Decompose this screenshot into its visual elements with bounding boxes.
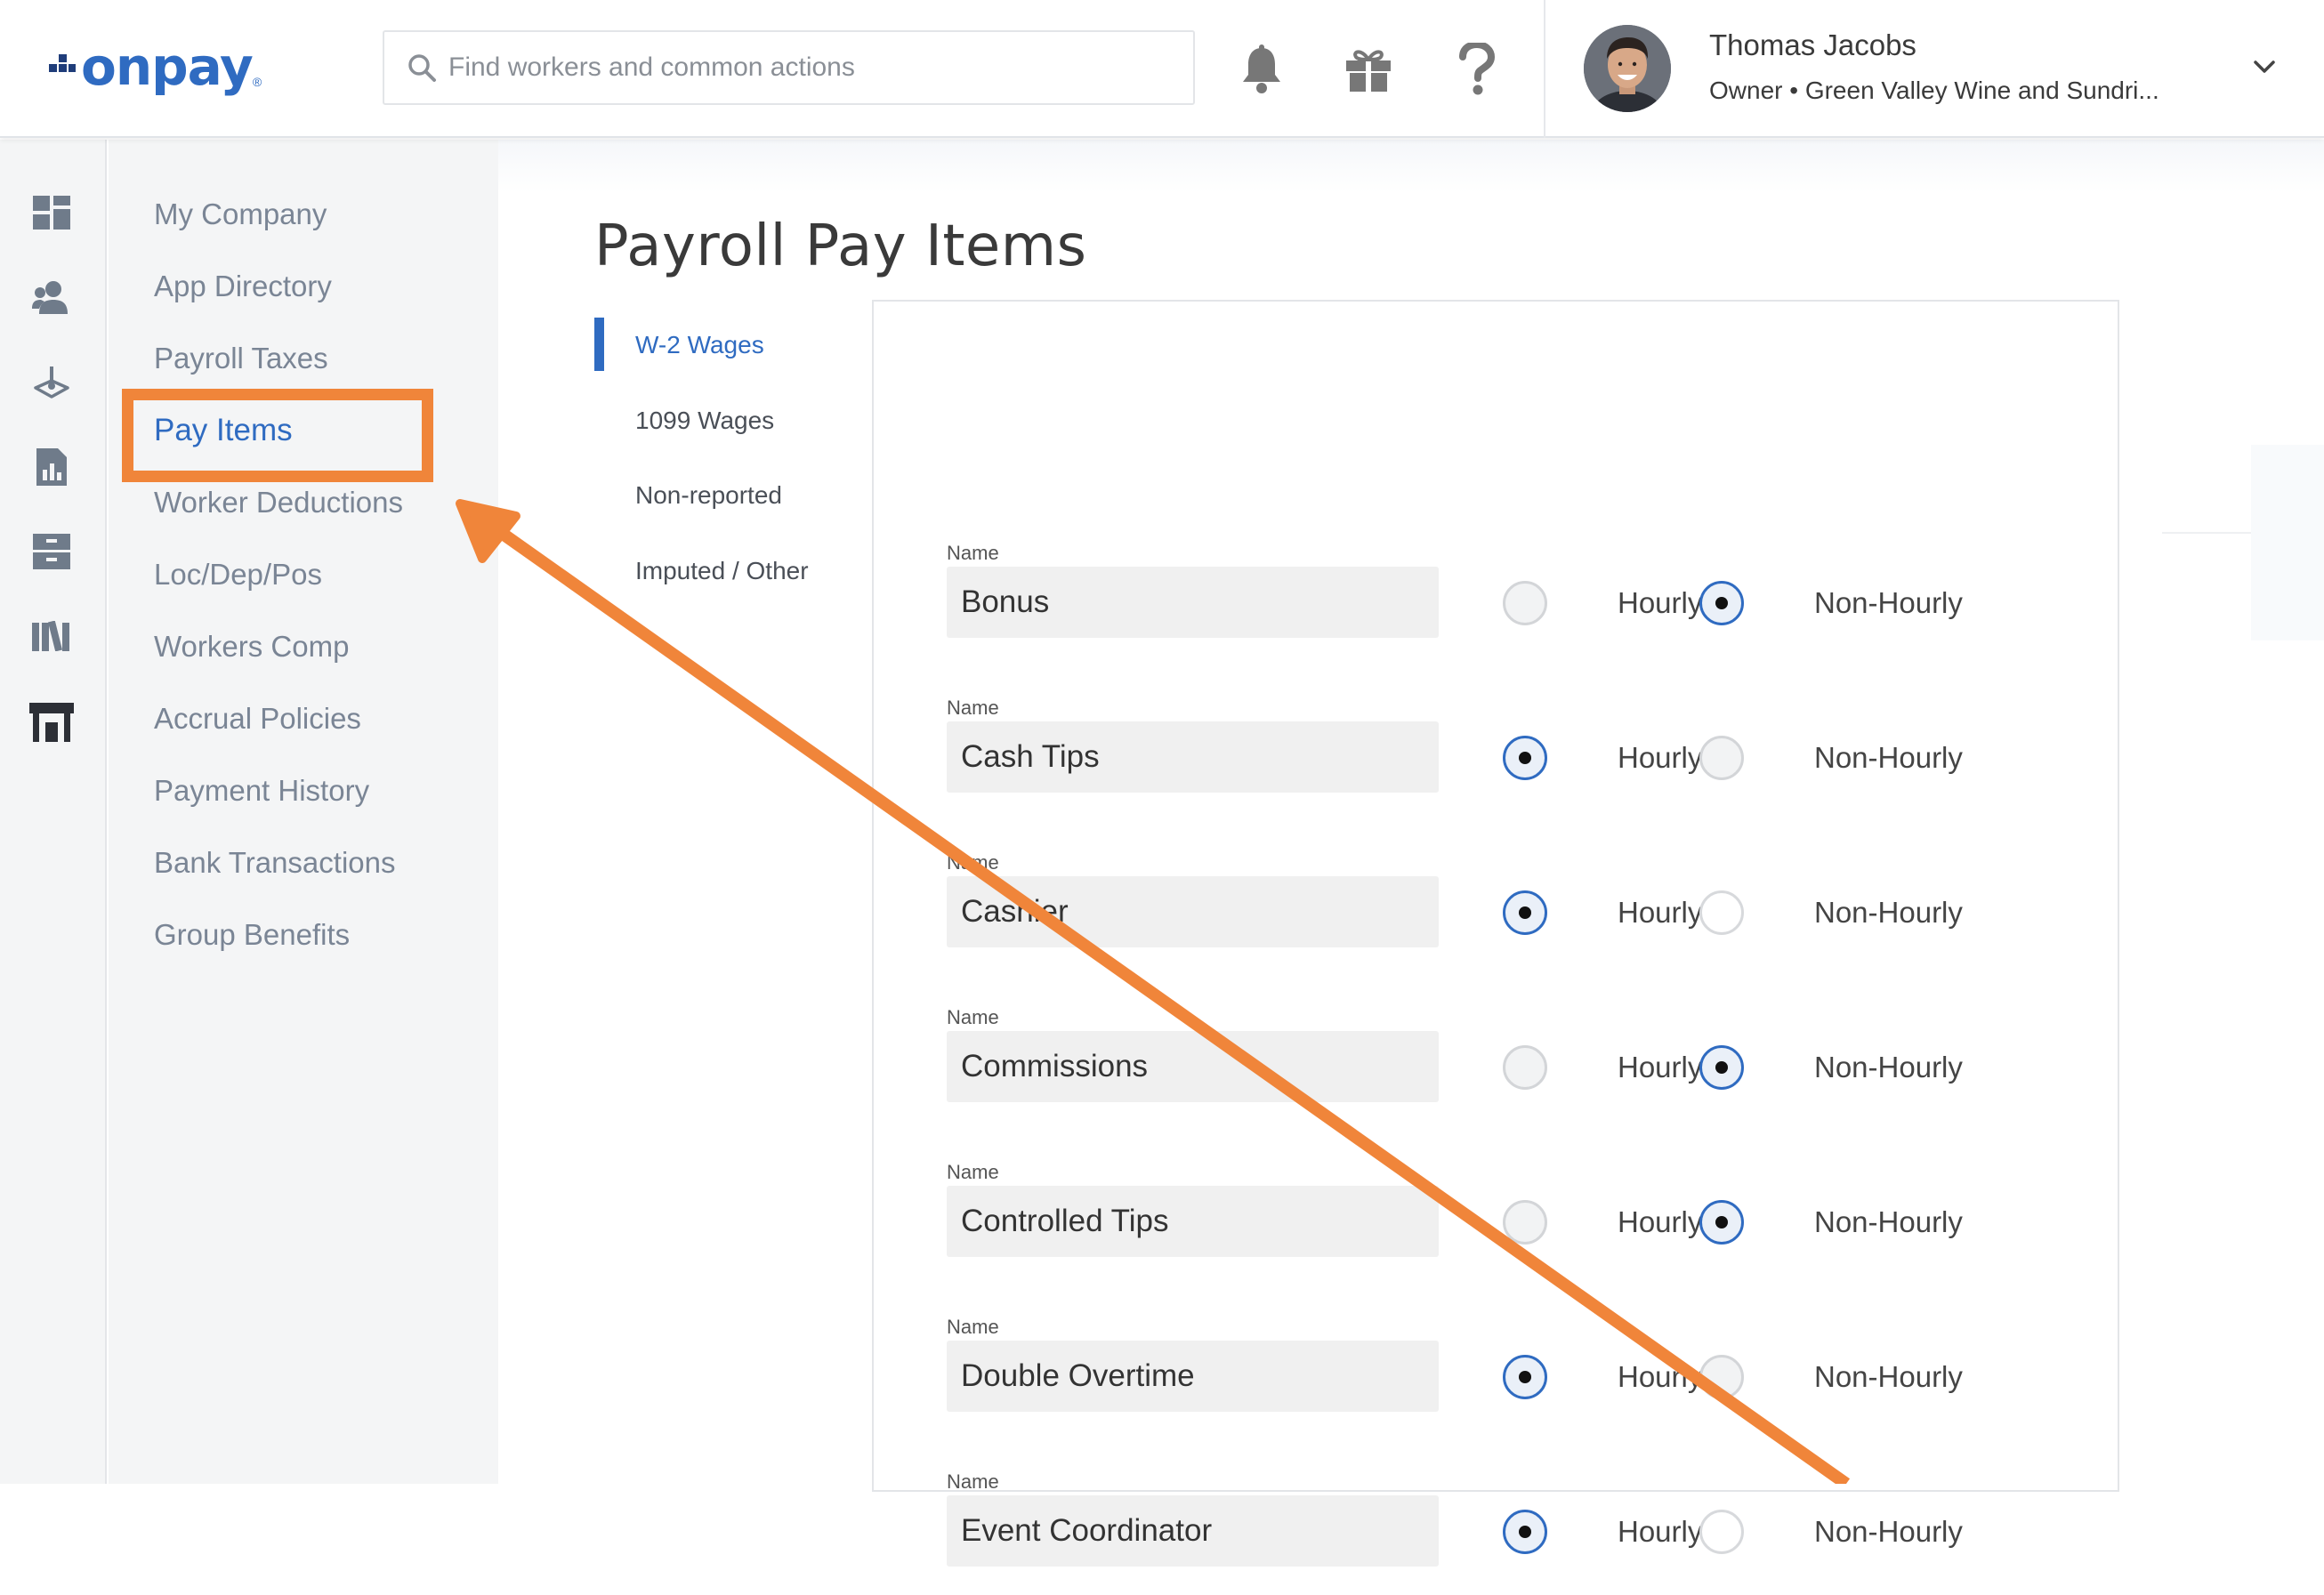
non-hourly-label: Non-Hourly	[1814, 1515, 1963, 1548]
pay-item-name-field[interactable]: Commissions	[947, 1031, 1439, 1102]
non-hourly-label: Non-Hourly	[1814, 1051, 1963, 1083]
hourly-radio[interactable]	[1503, 1510, 1547, 1554]
non-hourly-radio[interactable]	[1699, 890, 1744, 935]
pay-item-name-field[interactable]: Cashier	[947, 876, 1439, 947]
chevron-down-icon[interactable]	[2247, 49, 2282, 85]
search-input[interactable]	[448, 52, 1142, 83]
hourly-label: Hourly	[1618, 1515, 1703, 1548]
onpay-logo[interactable]: onpay ®	[49, 36, 262, 98]
icon-rail	[0, 140, 107, 1484]
non-hourly-radio[interactable]	[1699, 1200, 1744, 1245]
hourly-label: Hourly	[1618, 1360, 1703, 1393]
subnav-item-worker-deductions[interactable]: Worker Deductions	[154, 486, 403, 520]
pay-item-row: Name Event Coordinator Hourly Non-Hourly	[874, 1470, 2119, 1595]
non-hourly-radio[interactable]	[1699, 1045, 1744, 1090]
subnav-item-payroll-taxes[interactable]: Payroll Taxes	[154, 342, 328, 375]
tab-1099-wages[interactable]: 1099 Wages	[635, 407, 774, 435]
hourly-radio[interactable]	[1503, 1200, 1547, 1245]
subnav-item-app-directory[interactable]: App Directory	[154, 270, 332, 303]
store-icon[interactable]	[27, 697, 77, 747]
subnav-item-group-benefits[interactable]: Group Benefits	[154, 918, 350, 952]
pay-item-row: Name Controlled Tips Hourly Non-Hourly	[874, 1161, 2119, 1285]
pay-item-name-field[interactable]: Double Overtime	[947, 1341, 1439, 1412]
help-icon[interactable]	[1446, 36, 1508, 103]
subnav-item-loc-dep-pos[interactable]: Loc/Dep/Pos	[154, 558, 322, 592]
pay-item-name-field[interactable]: Controlled Tips	[947, 1186, 1439, 1257]
non-hourly-radio[interactable]	[1699, 1355, 1744, 1399]
library-icon[interactable]	[27, 611, 77, 661]
logo-wordmark: onpay	[81, 36, 254, 97]
subnav-item-my-company[interactable]: My Company	[154, 197, 327, 231]
name-label: Name	[947, 697, 999, 719]
pay-item-row: Name Cash Tips Hourly Non-Hourly	[874, 697, 2119, 821]
dashboard-icon[interactable]	[27, 188, 77, 238]
company-subnav: My Company App Directory Payroll Taxes P…	[109, 140, 498, 1484]
name-label: Name	[947, 542, 999, 564]
non-hourly-label: Non-Hourly	[1814, 1360, 1963, 1393]
avatar[interactable]	[1584, 25, 1671, 112]
tab-w2-wages[interactable]: W-2 Wages	[635, 331, 764, 359]
active-tab-indicator	[594, 318, 604, 371]
pay-item-name-field[interactable]: Bonus	[947, 567, 1439, 638]
hourly-label: Hourly	[1618, 1051, 1703, 1083]
gift-icon[interactable]	[1337, 36, 1400, 103]
name-label: Name	[947, 1470, 999, 1493]
top-header: onpay ® Thomas Jacobs Owner • Green Vall…	[0, 0, 2324, 138]
pay-item-row: Name Bonus Hourly Non-Hourly	[874, 542, 2119, 666]
hourly-label: Hourly	[1618, 896, 1703, 929]
main-content: Payroll Pay Items W-2 Wages 1099 Wages N…	[498, 140, 2324, 1567]
logo-mark-icon	[49, 53, 76, 80]
pay-items-highlight-box	[122, 389, 433, 482]
pay-item-row: Name Cashier Hourly Non-Hourly	[874, 851, 2119, 976]
page-title: Payroll Pay Items	[594, 213, 1087, 279]
subnav-item-payment-history[interactable]: Payment History	[154, 774, 369, 808]
name-label: Name	[947, 1316, 999, 1338]
subnav-item-accrual-policies[interactable]: Accrual Policies	[154, 702, 361, 736]
hourly-label: Hourly	[1618, 586, 1703, 619]
bell-icon[interactable]	[1231, 36, 1293, 103]
user-name: Thomas Jacobs	[1709, 28, 1916, 61]
timesheet-icon[interactable]	[27, 358, 77, 407]
search-icon	[395, 30, 448, 105]
main-top-shade	[498, 140, 2324, 193]
tab-non-reported[interactable]: Non-reported	[635, 481, 782, 510]
logo-registered: ®	[252, 75, 262, 89]
non-hourly-label: Non-Hourly	[1814, 896, 1963, 929]
search-box[interactable]	[383, 30, 1195, 105]
name-label: Name	[947, 1161, 999, 1183]
hourly-radio[interactable]	[1503, 890, 1547, 935]
name-label: Name	[947, 851, 999, 874]
non-hourly-radio[interactable]	[1699, 581, 1744, 625]
pay-item-row: Name Double Overtime Hourly Non-Hourly	[874, 1316, 2119, 1440]
reports-icon[interactable]	[27, 442, 77, 492]
faint-divider	[2162, 532, 2251, 534]
hourly-radio[interactable]	[1503, 736, 1547, 780]
non-hourly-label: Non-Hourly	[1814, 586, 1963, 619]
hourly-radio[interactable]	[1503, 581, 1547, 625]
people-icon[interactable]	[27, 273, 77, 323]
name-label: Name	[947, 1006, 999, 1028]
pay-item-name-field[interactable]: Cash Tips	[947, 721, 1439, 793]
user-role-company: Owner • Green Valley Wine and Sundri...	[1709, 77, 2159, 104]
hourly-label: Hourly	[1618, 1205, 1703, 1238]
pay-item-name-field[interactable]: Event Coordinator	[947, 1495, 1439, 1567]
non-hourly-label: Non-Hourly	[1814, 741, 1963, 774]
header-divider	[1544, 0, 1545, 138]
pay-items-panel: Name Bonus Hourly Non-Hourly Name Cash T…	[872, 300, 2119, 1567]
tab-imputed-other[interactable]: Imputed / Other	[635, 557, 809, 585]
documents-icon[interactable]	[27, 527, 77, 576]
subnav-item-workers-comp[interactable]: Workers Comp	[154, 630, 349, 664]
non-hourly-radio[interactable]	[1699, 1510, 1744, 1554]
faint-side-panel	[2251, 445, 2324, 640]
hourly-label: Hourly	[1618, 741, 1703, 774]
hourly-radio[interactable]	[1503, 1355, 1547, 1399]
hourly-radio[interactable]	[1503, 1045, 1547, 1090]
pay-item-row: Name Commissions Hourly Non-Hourly	[874, 1006, 2119, 1131]
non-hourly-label: Non-Hourly	[1814, 1205, 1963, 1238]
subnav-item-bank-transactions[interactable]: Bank Transactions	[154, 846, 395, 880]
non-hourly-radio[interactable]	[1699, 736, 1744, 780]
